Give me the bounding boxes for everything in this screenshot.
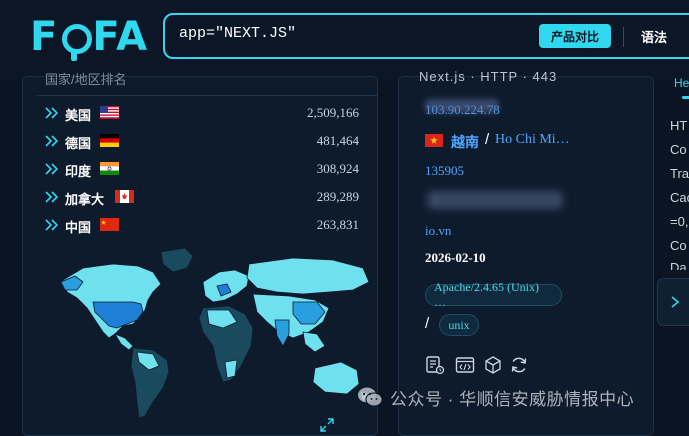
country-count: 2,509,166 (307, 105, 359, 120)
country-row-cn[interactable]: 中国 263,831 (23, 211, 379, 239)
domain-link[interactable]: io.vn (425, 223, 451, 239)
country-row-us[interactable]: 美国 2,509,166 (23, 99, 379, 127)
search-divider (623, 27, 624, 47)
city-link[interactable]: Ho Chi Mi… (495, 132, 570, 148)
ranking-heading: 国家/地区排名 (45, 72, 127, 87)
response-line: Co (670, 238, 687, 253)
header: FFA 产品对比 语法 (0, 0, 689, 80)
country-ranking-panel: 国家/地区排名 美国 2,509,166 德国 481,464 印度 308,9… (22, 72, 379, 436)
in-flag-icon (100, 162, 119, 175)
refresh-icon[interactable] (509, 355, 529, 375)
us-flag-icon (100, 106, 119, 119)
heading-divider (37, 95, 377, 96)
vn-flag-icon (425, 134, 443, 147)
response-line: Cac (670, 190, 689, 205)
double-chevron-icon (45, 107, 59, 119)
double-chevron-icon (45, 163, 59, 175)
server-tag[interactable]: Apache/2.4.65 (Unix) … (425, 280, 562, 309)
result-card: Next.js · HTTP · 443 103.90.224.78 越南 / … (398, 69, 655, 436)
double-chevron-icon (45, 135, 59, 147)
response-line: HT (670, 118, 688, 133)
location-row: 越南 / Ho Chi Mi… (425, 131, 655, 151)
code-icon[interactable] (455, 355, 475, 375)
watermark-text: 公众号 · 华顺信安威胁情报中心 (390, 389, 635, 409)
country-count: 263,831 (316, 217, 359, 232)
response-line: =0, (670, 214, 689, 229)
cn-flag-icon (100, 218, 119, 231)
country-row-in[interactable]: 印度 308,924 (23, 155, 379, 183)
active-tab-indicator (682, 96, 689, 99)
ip-redaction (425, 99, 499, 113)
compare-button[interactable]: 产品对比 (539, 24, 611, 48)
country-name: 中国 (65, 220, 92, 235)
expand-side-button[interactable] (657, 278, 689, 326)
country-name: 美国 (65, 108, 92, 123)
country-name: 印度 (65, 164, 92, 179)
result-title: Next.js · HTTP · 443 (419, 69, 558, 84)
chevron-right-icon (671, 296, 680, 308)
country-count: 481,464 (316, 133, 359, 148)
result-actions (425, 355, 535, 377)
search-input[interactable] (179, 25, 519, 42)
syntax-button[interactable]: 语法 (641, 27, 667, 46)
fofa-logo[interactable]: F FA (30, 12, 148, 62)
organization-redaction (427, 191, 563, 209)
os-tag[interactable]: unix (439, 314, 479, 336)
ca-flag-icon (115, 190, 134, 203)
country-row-de[interactable]: 德国 481,464 (23, 127, 379, 155)
country-count: 308,924 (316, 161, 359, 176)
country-count: 289,289 (316, 189, 359, 204)
de-flag-icon (100, 134, 119, 147)
country-row-ca[interactable]: 加拿大 289,289 (23, 183, 379, 211)
response-line: Da (670, 260, 687, 270)
response-panel: He HT Co Tra Cac =0, Co Da (664, 70, 689, 270)
report-icon[interactable] (425, 355, 445, 375)
world-map[interactable] (53, 242, 373, 432)
location-separator: / (485, 131, 490, 148)
cube-icon[interactable] (483, 355, 503, 375)
logo-text: F (30, 14, 59, 60)
wechat-icon (358, 387, 383, 407)
country-name: 加拿大 (65, 192, 105, 207)
update-date: 2026-02-10 (425, 250, 486, 265)
search-bar: 产品对比 语法 (163, 13, 689, 59)
country-list: 美国 2,509,166 德国 481,464 印度 308,924 加拿大 2… (23, 99, 379, 239)
country-link[interactable]: 越南 (451, 132, 479, 152)
double-chevron-icon (45, 191, 59, 203)
logo-o-icon (59, 21, 93, 61)
double-chevron-icon (45, 219, 59, 231)
country-name: 德国 (65, 136, 92, 151)
header-tab[interactable]: He (674, 76, 689, 90)
expand-icon[interactable] (319, 417, 335, 433)
response-line: Co (670, 142, 687, 157)
watermark: 公众号 · 华顺信安威胁情报中心 (356, 384, 634, 410)
asn-link[interactable]: 135905 (425, 163, 464, 179)
response-line: Tra (670, 166, 689, 181)
tag-separator: / (425, 315, 430, 332)
